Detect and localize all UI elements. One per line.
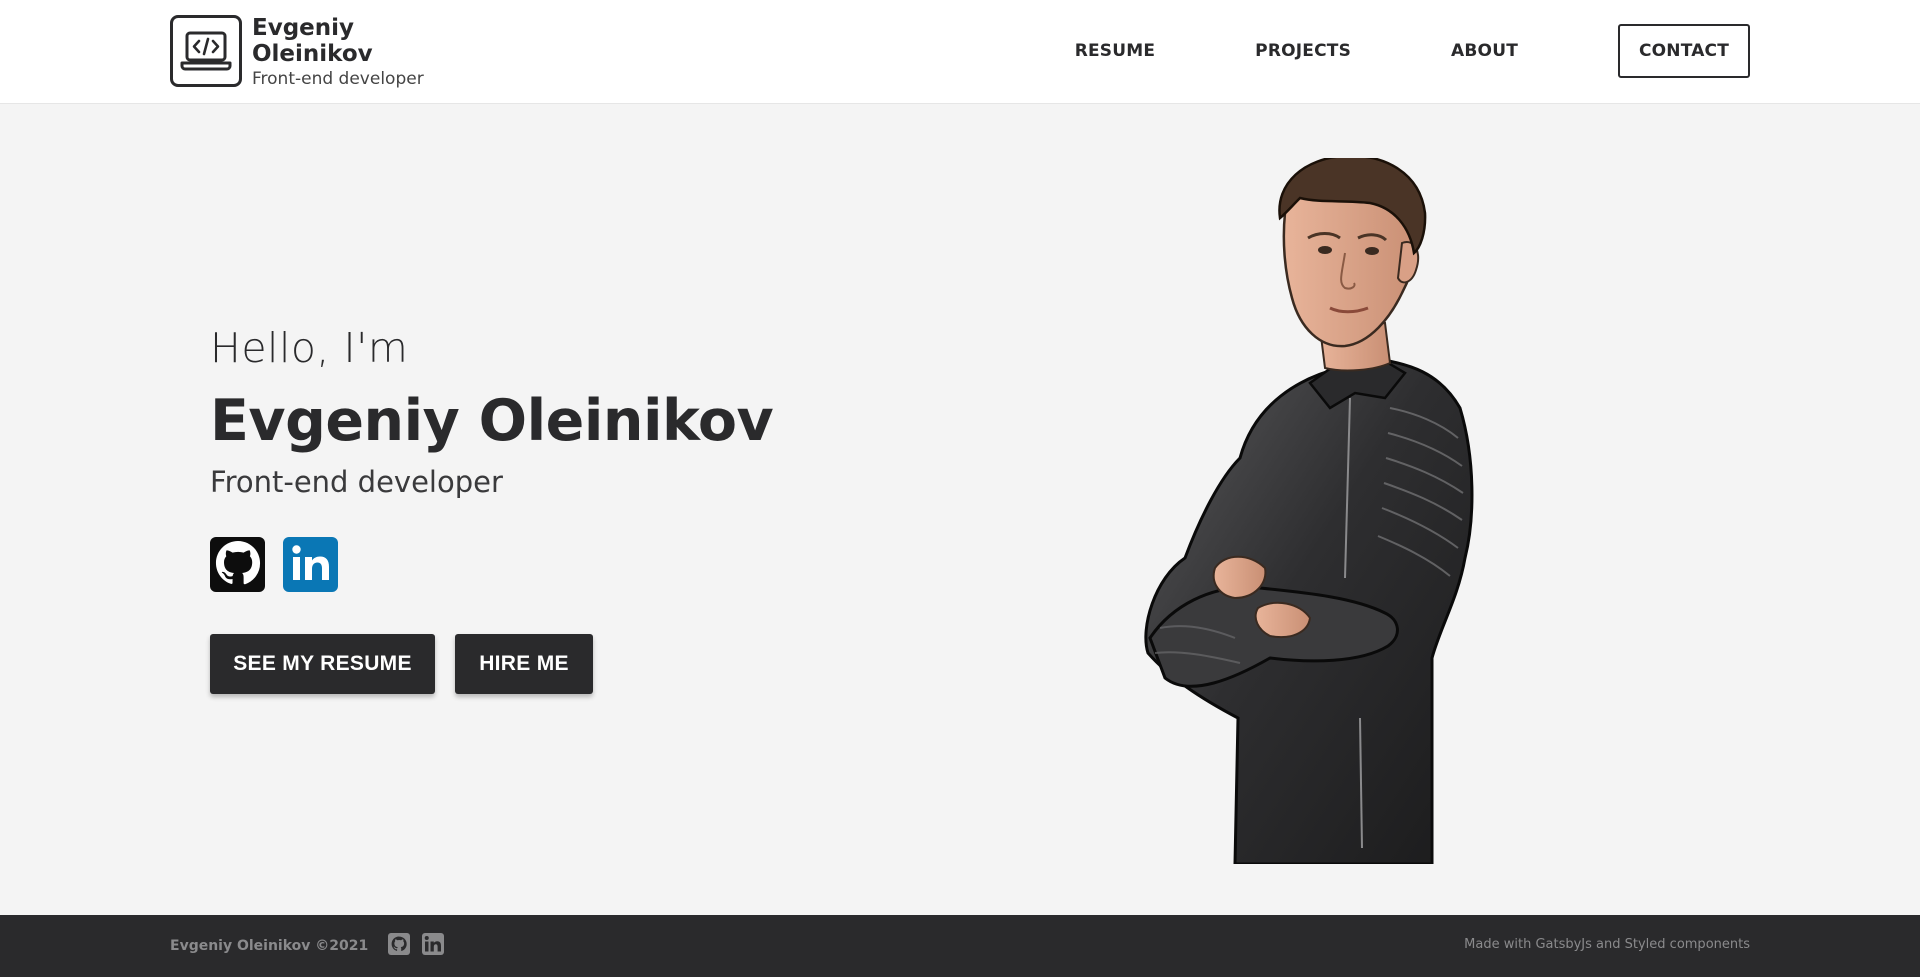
footer-left: Evgeniy Oleinikov ©2021: [170, 933, 445, 959]
site-footer: Evgeniy Oleinikov ©2021 Made with Gatsby…: [0, 915, 1920, 977]
linkedin-link[interactable]: [283, 537, 338, 592]
github-icon: [388, 933, 411, 959]
hero-text: Hello, I'm Evgeniy Oleinikov Front-end d…: [210, 320, 774, 502]
main-nav: RESUME PROJECTS ABOUT CONTACT: [1075, 24, 1750, 78]
logo-link[interactable]: Evgeniy Oleinikov Front-end developer: [170, 15, 424, 90]
nav-projects[interactable]: PROJECTS: [1255, 24, 1351, 78]
footer-github-link[interactable]: [388, 933, 411, 959]
footer-made-with: Made with GatsbyJs and Styled components: [1464, 937, 1750, 952]
logo-name: Evgeniy Oleinikov: [252, 15, 373, 67]
linkedin-icon: [289, 541, 333, 589]
footer-linkedin-link[interactable]: [422, 933, 445, 959]
portrait-illustration: [1144, 158, 1474, 864]
hero-buttons: SEE MY RESUME HIRE ME: [210, 634, 613, 694]
footer-copyright: Evgeniy Oleinikov ©2021: [170, 938, 369, 954]
logo-subtitle: Front-end developer: [252, 69, 424, 89]
laptop-code-icon: [170, 15, 242, 87]
nav-contact-button[interactable]: CONTACT: [1618, 24, 1750, 78]
see-resume-button[interactable]: SEE MY RESUME: [210, 634, 435, 694]
linkedin-icon: [422, 933, 445, 959]
hero-role: Front-end developer: [210, 465, 503, 499]
hire-me-button[interactable]: HIRE ME: [455, 634, 593, 694]
social-links: [210, 537, 356, 592]
hero-greeting: Hello, I'm: [210, 324, 409, 372]
site-header: Evgeniy Oleinikov Front-end developer RE…: [0, 0, 1920, 104]
nav-about[interactable]: ABOUT: [1451, 24, 1518, 78]
github-link[interactable]: [210, 537, 265, 592]
logo-text: Evgeniy Oleinikov Front-end developer: [252, 15, 424, 90]
github-icon: [215, 540, 261, 590]
nav-resume[interactable]: RESUME: [1075, 24, 1155, 78]
hero-name: Evgeniy Oleinikov: [210, 388, 774, 454]
